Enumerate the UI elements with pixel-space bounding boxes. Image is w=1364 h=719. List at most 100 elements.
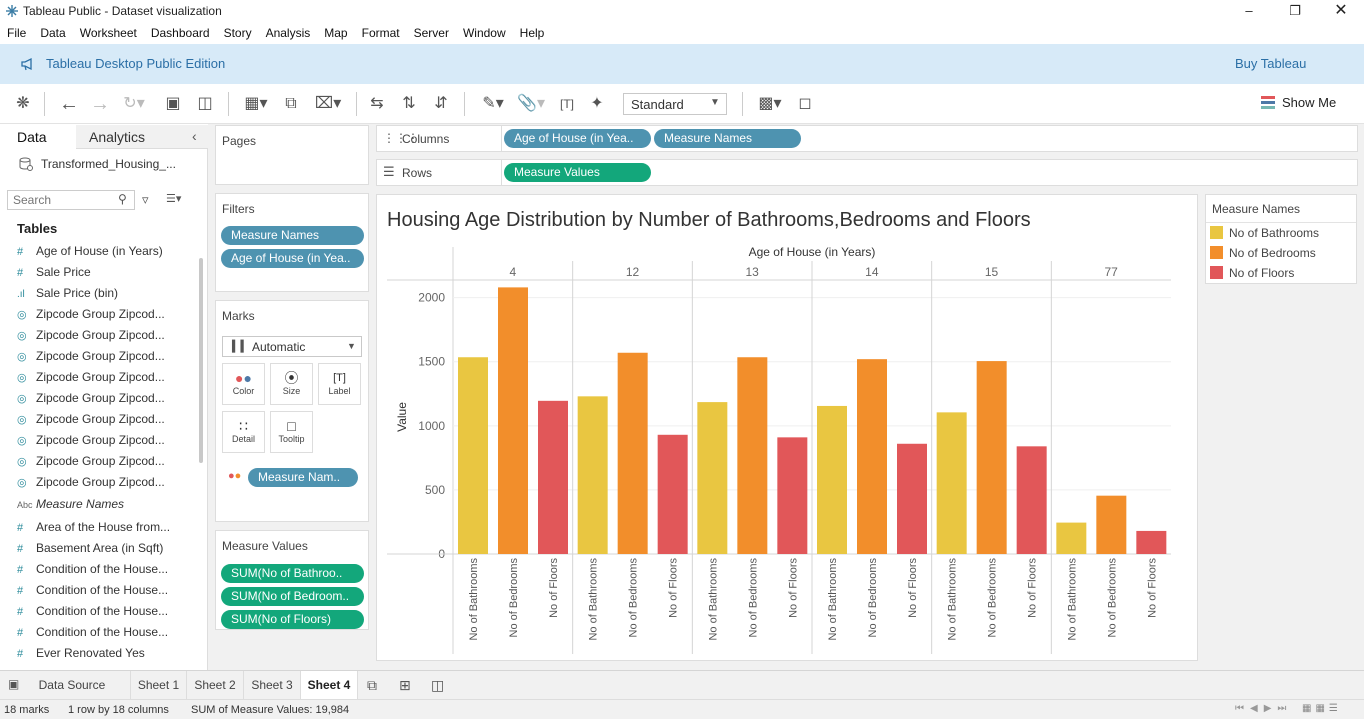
close-icon[interactable]: ✕ [1318,0,1364,22]
field-item[interactable]: Abc Measure Names [14,494,194,515]
pin-icon[interactable]: ✦ [586,94,608,114]
minimize-icon[interactable]: – [1226,0,1272,22]
field-item[interactable]: # Age of House (in Years) [14,241,194,262]
filters-card[interactable]: Filters Measure Names Age of House (in Y… [215,193,369,292]
view-cards-icon[interactable]: ▩▾ [752,94,788,114]
menu-analysis[interactable]: Analysis [259,22,318,44]
tableau-home-icon[interactable]: ❋ [12,94,34,114]
bar[interactable] [976,361,1007,554]
duplicate-sheet-icon[interactable]: ⧉ [280,94,302,114]
menu-window[interactable]: Window [456,22,513,44]
field-item[interactable]: .ıl Sale Price (bin) [14,283,194,304]
filter-pill[interactable]: Age of House (in Yea.. [221,249,364,268]
bar[interactable] [817,405,847,554]
menu-format[interactable]: Format [355,22,407,44]
legend-item[interactable]: No of Bathrooms [1210,226,1319,242]
bar[interactable] [1136,530,1167,554]
menu-worksheet[interactable]: Worksheet [73,22,144,44]
buy-tableau-link[interactable]: Buy Tableau [1235,56,1306,71]
field-item[interactable]: # Basement Area (in Sqft) [14,538,194,559]
replay-icon[interactable]: ↻▾ [119,94,149,114]
show-me-button[interactable]: Show Me [1282,95,1336,110]
undo-icon[interactable]: ← [58,94,80,114]
new-datasource-icon[interactable]: ◫ [194,94,216,114]
legend-item[interactable]: No of Bedrooms [1210,246,1316,262]
bar[interactable] [936,412,967,554]
swap-icon[interactable]: ⇆ [366,94,388,114]
field-item[interactable]: ◎ Zipcode Group Zipcod... [14,409,194,430]
presentation-icon[interactable]: ◻ [794,94,816,114]
menu-story[interactable]: Story [217,22,259,44]
new-worksheet-icon[interactable]: ⧉ [367,677,377,694]
chart-view[interactable]: Housing Age Distribution by Number of Ba… [376,194,1198,661]
legend-item[interactable]: No of Floors [1210,266,1294,282]
rows-shelf[interactable]: ☰ Rows Measure Values [376,159,1358,186]
bar[interactable] [498,287,528,554]
bar[interactable] [697,402,728,554]
field-item[interactable]: ◎ Zipcode Group Zipcod... [14,472,194,493]
tab-sheet-4[interactable]: Sheet 4 [300,671,358,700]
pages-card[interactable]: Pages [215,125,369,185]
field-item[interactable]: ◎ Zipcode Group Zipcod... [14,430,194,451]
field-item[interactable]: ◎ Zipcode Group Zipcod... [14,346,194,367]
field-item[interactable]: # Ever Renovated Yes [14,643,194,664]
save-icon[interactable]: ▣ [162,94,184,114]
size-button[interactable]: ⦿ Size [270,363,313,405]
measure-value-pill[interactable]: SUM(No of Floors) [221,610,364,629]
tab-sheet-2[interactable]: Sheet 2 [186,671,243,700]
new-worksheet-icon[interactable]: ▦▾ [238,94,274,114]
sort-descending-icon[interactable]: ⇵ [430,94,452,114]
menu-help[interactable]: Help [513,22,552,44]
bar[interactable] [1096,495,1127,554]
label-button[interactable]: [T] Label [318,363,361,405]
field-item[interactable]: # Condition of the House... [14,601,194,622]
new-story-icon[interactable]: ◫ [431,677,444,694]
field-item[interactable]: ◎ Zipcode Group Zipcod... [14,325,194,346]
show-labels-icon[interactable]: [T] [556,94,578,114]
filter-pill[interactable]: Measure Names [221,226,364,245]
bar[interactable] [737,357,768,554]
highlight-icon[interactable]: ✎▾ [476,94,510,114]
measure-value-pill[interactable]: SUM(No of Bedroom.. [221,587,364,606]
search-box[interactable]: ⚲ [7,190,135,210]
show-me-icon[interactable] [1261,96,1275,110]
field-item[interactable]: ◎ Zipcode Group Zipcod... [14,304,194,325]
menu-map[interactable]: Map [317,22,354,44]
bar[interactable] [458,357,488,554]
datasource-name[interactable]: Transformed_Housing_... [41,157,176,171]
mark-type-select[interactable]: ▍▍ Automatic ▼ [222,336,362,357]
field-item[interactable]: ◎ Zipcode Group Zipcod... [14,388,194,409]
search-input[interactable] [8,191,108,209]
bar[interactable] [617,352,648,554]
columns-shelf[interactable]: ⋮⋮⋮ Columns Age of House (in Yea.. Measu… [376,125,1358,152]
field-item[interactable]: # Area of the House from... [14,517,194,538]
field-item[interactable]: ◎ Zipcode Group Zipcod... [14,367,194,388]
tab-sheet-1[interactable]: Sheet 1 [130,671,186,700]
search-icon[interactable]: ⚲ [118,192,127,206]
color-button[interactable]: ●● Color [222,363,265,405]
sort-ascending-icon[interactable]: ⇅ [398,94,420,114]
filter-icon[interactable]: ▿ [142,192,149,208]
field-item[interactable]: # Sale Price [14,262,194,283]
tab-sheet-3[interactable]: Sheet 3 [243,671,300,700]
detail-button[interactable]: ∷ Detail [222,411,265,453]
bar[interactable] [777,437,808,554]
maximize-icon[interactable]: ❐ [1272,0,1318,22]
redo-icon[interactable]: → [89,94,111,114]
field-item[interactable]: ◎ Zipcode Group Zipcod... [14,451,194,472]
menu-data[interactable]: Data [33,22,72,44]
collapse-pane-icon[interactable]: ‹ [192,128,197,144]
tab-data[interactable]: Data [0,125,76,149]
color-legend[interactable]: Measure Names No of Bathrooms No of Bedr… [1205,194,1357,284]
field-item[interactable]: # Condition of the House... [14,622,194,643]
field-list-scrollbar[interactable] [199,258,203,463]
measure-value-pill[interactable]: SUM(No of Bathroo.. [221,564,364,583]
group-icon[interactable]: 📎▾ [514,94,548,114]
bar-chart[interactable]: Housing Age Distribution by Number of Ba… [377,195,1197,660]
clear-sheet-icon[interactable]: ⌧▾ [310,94,346,114]
sheet-view-icon[interactable]: ▦▦☰ [1302,703,1342,714]
bar[interactable] [657,434,688,554]
field-item[interactable]: # Condition of the House... [14,559,194,580]
tab-data-source[interactable]: Data Source [14,671,130,700]
sheet-nav-icon[interactable]: ⏮◀▶⏭ [1235,703,1292,714]
